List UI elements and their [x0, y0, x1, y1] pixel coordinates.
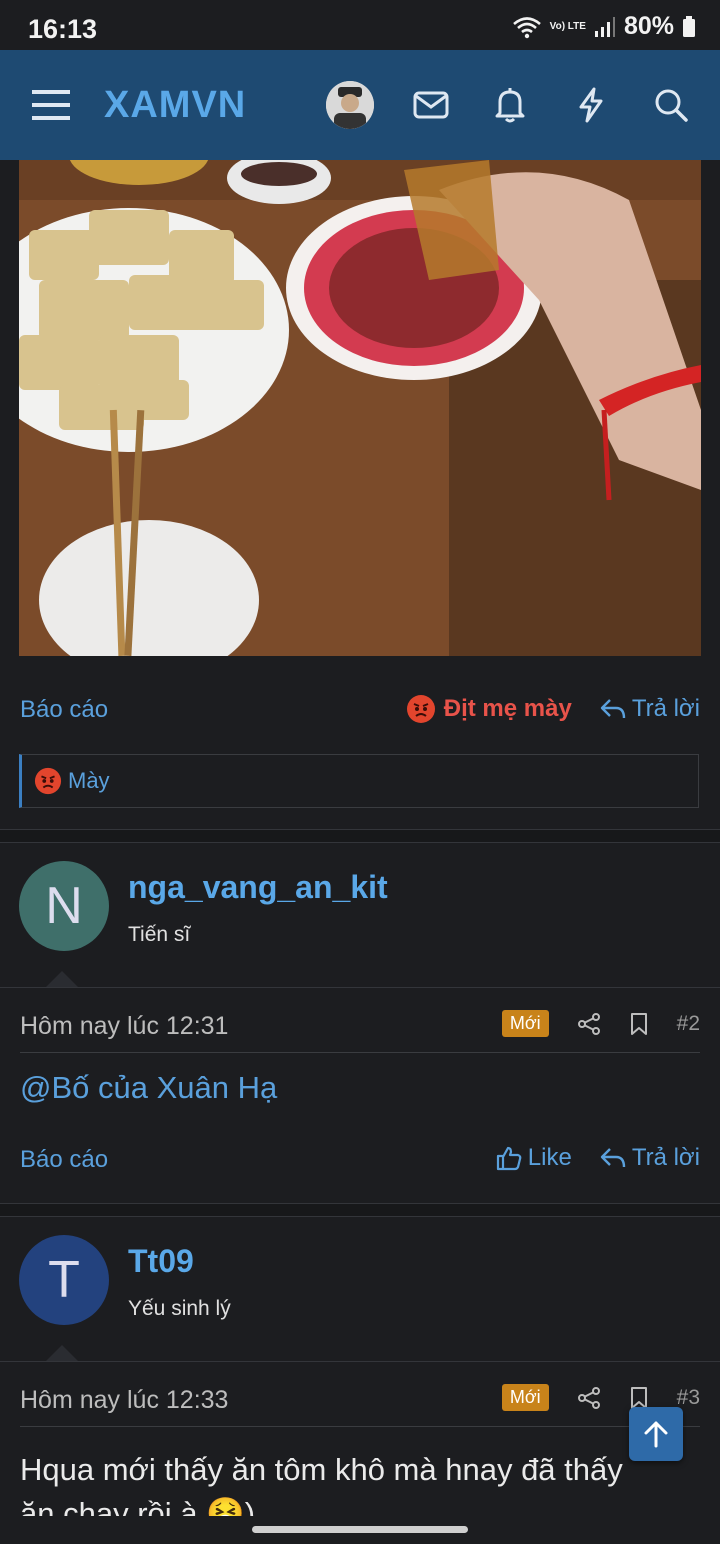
post3-author-header: T Tt09 Yếu sinh lý	[0, 1217, 720, 1361]
reply-label: Trả lời	[631, 1144, 700, 1171]
new-badge: Mới	[501, 1010, 549, 1037]
author-avatar[interactable]: T	[19, 1235, 109, 1325]
post2-message: Hôm nay lúc 12:31 Mới #2 @Bố của Xuân Hạ…	[0, 987, 720, 1202]
reactions-summary[interactable]: Mày	[19, 754, 699, 808]
reply-icon	[600, 1148, 626, 1168]
like-button[interactable]: Like	[496, 1144, 572, 1172]
author-name[interactable]: Tt09	[128, 1243, 194, 1280]
meta-divider	[20, 1426, 700, 1427]
share-icon[interactable]	[577, 1012, 601, 1036]
like-label: Like	[527, 1144, 572, 1171]
scroll-to-top-button[interactable]	[629, 1407, 683, 1461]
menu-icon[interactable]	[26, 80, 76, 130]
post1-actions: Báo cáo Địt mẹ mày Trả lời	[20, 690, 700, 730]
reply-label: Trả lời	[631, 695, 700, 722]
post-image[interactable]	[19, 160, 701, 656]
battery-icon	[683, 15, 695, 37]
reaction-button[interactable]: Địt mẹ mày	[406, 694, 572, 724]
post-date[interactable]: Hôm nay lúc 12:33	[20, 1386, 228, 1415]
reaction-label: Địt mẹ mày	[443, 695, 572, 722]
report-link[interactable]: Báo cáo	[20, 1146, 108, 1174]
report-link[interactable]: Báo cáo	[20, 696, 108, 724]
search-icon[interactable]	[646, 80, 696, 130]
author-title: Tiến sĩ	[128, 923, 191, 946]
status-bar: 16:13 Vo) LTE 80%	[0, 0, 720, 50]
arrow-up-icon	[644, 1421, 668, 1448]
status-icons: Vo) LTE 80%	[512, 12, 696, 41]
post-date[interactable]: Hôm nay lúc 12:31	[20, 1012, 228, 1041]
user-avatar[interactable]	[326, 81, 374, 129]
post2-actions: Báo cáo Like Trả lời	[20, 1140, 700, 1180]
post3-message: Hôm nay lúc 12:33 Mới #3 Hqua mới thấy ă…	[0, 1361, 720, 1531]
home-indicator[interactable]	[252, 1526, 468, 1533]
gesture-bar	[0, 1516, 720, 1544]
author-avatar[interactable]: N	[19, 861, 109, 951]
new-badge: Mới	[501, 1384, 549, 1411]
header-caret	[46, 1345, 78, 1361]
reply-button[interactable]: Trả lời	[600, 695, 700, 723]
post-number[interactable]: #3	[677, 1386, 700, 1410]
signal-icon	[594, 16, 615, 37]
top-navbar: XAMVN	[0, 50, 720, 160]
angry-face-icon	[34, 767, 62, 795]
reply-icon	[600, 699, 626, 719]
share-icon[interactable]	[577, 1386, 601, 1410]
bookmark-icon[interactable]	[629, 1012, 649, 1036]
angry-face-icon	[406, 695, 435, 723]
inbox-icon[interactable]	[406, 80, 456, 130]
post-body-line: Hqua mới thấy ăn tôm khô mà hnay đã thấy	[20, 1452, 623, 1487]
reactor-name[interactable]: Mày	[68, 768, 110, 794]
thumbs-up-icon	[496, 1146, 522, 1171]
header-caret	[46, 971, 78, 987]
site-logo[interactable]: XAMVN	[104, 84, 246, 127]
status-time: 16:13	[28, 14, 98, 44]
meta-divider	[20, 1052, 700, 1053]
reply-button[interactable]: Trả lời	[600, 1144, 700, 1172]
whats-new-bolt-icon[interactable]	[566, 80, 616, 130]
post-separator	[0, 829, 720, 843]
wifi-icon	[512, 16, 541, 38]
post2-author-header: N nga_vang_an_kit Tiến sĩ	[0, 843, 720, 987]
post-separator	[0, 1203, 720, 1217]
author-title: Yếu sinh lý	[128, 1297, 231, 1320]
post-number[interactable]: #2	[677, 1012, 700, 1036]
post-body-mention[interactable]: @Bố của Xuân Hạ	[20, 1070, 277, 1106]
author-name[interactable]: nga_vang_an_kit	[128, 869, 388, 906]
bell-icon[interactable]	[485, 80, 535, 130]
bookmark-icon[interactable]	[629, 1386, 649, 1410]
battery-percent: 80%	[623, 12, 674, 40]
lte-indicator: Vo) LTE	[549, 20, 586, 32]
